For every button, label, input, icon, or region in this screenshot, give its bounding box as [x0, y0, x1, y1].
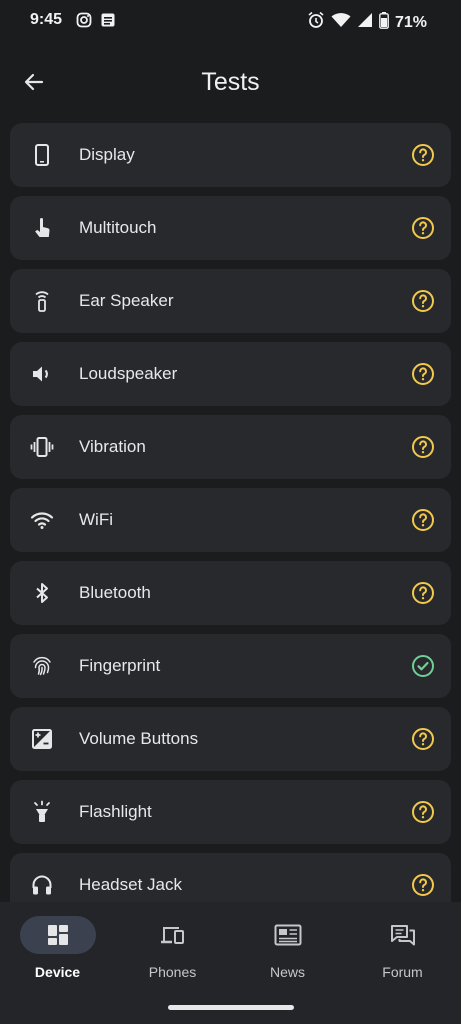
nav-label: News: [269, 964, 305, 980]
test-row-wifi[interactable]: WiFi: [10, 488, 451, 552]
nav-label: Forum: [382, 964, 423, 980]
test-label: Loudspeaker: [79, 364, 178, 383]
help-circle-icon: [411, 289, 435, 313]
test-label: Multitouch: [79, 218, 157, 237]
help-circle-icon: [411, 581, 435, 605]
test-row-loudspeaker[interactable]: Loudspeaker: [10, 342, 451, 406]
status-bar: 9:45 71%: [0, 0, 461, 40]
help-circle-icon: [411, 727, 435, 751]
nav-active-indicator: [19, 916, 96, 954]
flashlight-icon: [30, 800, 54, 824]
signal-icon: [357, 12, 373, 33]
test-row-display[interactable]: Display: [10, 123, 451, 187]
battery-percent: 71%: [394, 13, 427, 31]
test-row-ear-speaker[interactable]: Ear Speaker: [10, 269, 451, 333]
test-label: Headset Jack: [79, 875, 182, 894]
instagram-icon: [76, 12, 92, 33]
nav-forum[interactable]: Forum: [345, 916, 460, 986]
app-header: Tests: [0, 52, 461, 112]
dashboard-icon: [47, 925, 68, 945]
test-row-volume-buttons[interactable]: Volume Buttons: [10, 707, 451, 771]
forum-icon: [390, 925, 415, 946]
exposure-icon: [30, 727, 54, 751]
headset-icon: [30, 873, 54, 897]
test-row-flashlight[interactable]: Flashlight: [10, 780, 451, 844]
wifi-status-icon: [331, 12, 351, 33]
help-circle-icon: [411, 435, 435, 459]
test-row-vibration[interactable]: Vibration: [10, 415, 451, 479]
test-label: Volume Buttons: [79, 729, 199, 748]
alarm-icon: [307, 11, 325, 34]
help-circle-icon: [411, 873, 435, 897]
nav-label: Device: [34, 964, 81, 980]
test-label: Flashlight: [79, 802, 152, 821]
phone-icon: [30, 143, 54, 167]
test-row-bluetooth[interactable]: Bluetooth: [10, 561, 451, 625]
test-label: Ear Speaker: [79, 291, 174, 310]
fingerprint-icon: [30, 654, 54, 678]
test-label: Bluetooth: [79, 583, 151, 602]
home-indicator[interactable]: [168, 1005, 294, 1010]
page-title: Tests: [201, 68, 260, 96]
help-circle-icon: [411, 362, 435, 386]
vibration-icon: [30, 435, 54, 459]
test-label: Vibration: [79, 437, 146, 456]
nav-device[interactable]: Device: [0, 916, 115, 986]
touch-icon: [30, 216, 54, 240]
test-row-multitouch[interactable]: Multitouch: [10, 196, 451, 260]
help-circle-icon: [411, 800, 435, 824]
help-circle-icon: [411, 216, 435, 240]
wifi-icon: [30, 508, 54, 532]
test-label: Fingerprint: [79, 656, 161, 675]
devices-icon: [160, 927, 184, 944]
speaker-icon: [30, 362, 54, 386]
check-circle-icon: [411, 654, 435, 678]
test-row-fingerprint[interactable]: Fingerprint: [10, 634, 451, 698]
ear-speaker-icon: [30, 289, 54, 313]
test-label: Display: [79, 145, 135, 164]
bluetooth-icon: [30, 581, 54, 605]
notes-icon: [100, 12, 116, 33]
nav-label: Phones: [148, 964, 197, 980]
nav-phones[interactable]: Phones: [115, 916, 230, 986]
help-circle-icon: [411, 508, 435, 532]
help-circle-icon: [411, 143, 435, 167]
news-icon: [274, 924, 301, 946]
test-label: WiFi: [79, 510, 113, 529]
test-list: Display Multitouch Ear Speaker Loudspeak…: [10, 123, 451, 926]
battery-icon: [379, 11, 389, 34]
status-time: 9:45: [30, 11, 63, 28]
nav-news[interactable]: News: [230, 916, 345, 986]
